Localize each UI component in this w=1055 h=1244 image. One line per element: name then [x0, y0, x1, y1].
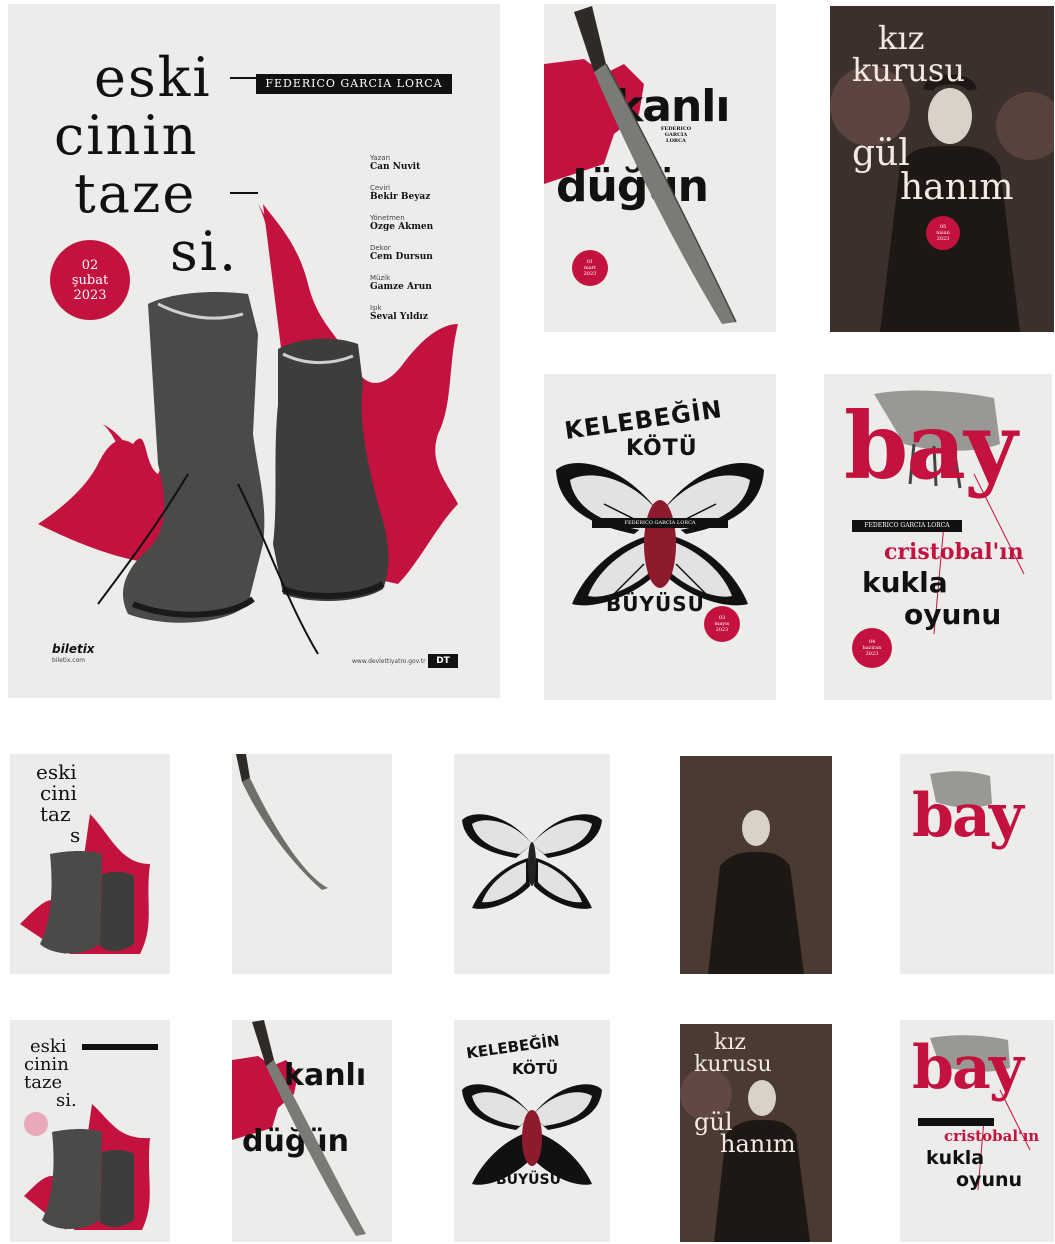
poster-kiz-kurusu-gul-hanim[interactable]: kız kurusu gül hanım 05 nisan 2023 [830, 6, 1054, 332]
thumb-subtitle-line-2: kukla [926, 1147, 985, 1169]
knife-icon [236, 754, 328, 890]
portrait-photo [680, 756, 832, 974]
poster-bay-cristobal[interactable]: bay FEDERICO GARCIA LORCA cristobal'ın k… [824, 374, 1052, 700]
poster-eski-cinin-tazesi[interactable]: eski cinin taze si. FEDERICO GARCIA LORC… [8, 4, 500, 698]
date-year: 2023 [865, 651, 879, 657]
thumb-flames-boots [24, 1104, 150, 1230]
thumb-title-bottom-line-2: hanım [720, 1130, 796, 1158]
thumb-kelebegin[interactable]: KELEBEĞİN KÖTÜ BÜYÜSÜ [454, 1020, 610, 1242]
biletix-logo-sub: biletix.com [52, 657, 86, 664]
layer-knife[interactable] [232, 754, 392, 974]
date-badge: 05 nisan 2023 [926, 216, 960, 250]
thumb-kanli-dugun[interactable]: kanlı düğün [232, 1020, 392, 1242]
poster-kanli-dugun[interactable]: kanlı düğün FEDERICO GARCIA LORCA 01 mar… [544, 4, 776, 332]
poster-kelebegin-kotu-buyusu[interactable]: KELEBEĞİN KÖTÜ FEDERICO GARCIA LORCA BÜY… [544, 374, 776, 700]
date-badge: 03 mayıs 2023 [704, 606, 740, 642]
author-bar: FEDERICO GARCIA LORCA [852, 520, 962, 532]
poster-subtitle-line-3: oyunu [904, 598, 1002, 631]
butterfly-illustration [556, 462, 764, 606]
thumb-title-bottom: BÜYÜSÜ [496, 1172, 561, 1188]
poster-title-top-line-1: kız [878, 19, 925, 57]
dt-badge: DT [428, 654, 458, 668]
date-badge: 04 haziran 2023 [852, 628, 892, 668]
thumb-title-top-line-2: kurusu [694, 1052, 772, 1077]
author-bar: FEDERICO GARCIA LORCA [592, 518, 728, 528]
layer-butterfly[interactable] [454, 754, 610, 974]
poster-subtitle-line-2: kukla [862, 566, 948, 599]
thumb-subtitle-line-3: oyunu [956, 1169, 1023, 1191]
date-year: 2023 [715, 627, 729, 633]
thumb-knife [252, 1020, 366, 1236]
thumb-kiz-kurusu[interactable]: kız kurusu gül hanım [680, 1024, 832, 1242]
layer-eski-cinin[interactable]: eski cini taz s [10, 754, 170, 974]
layer-title: bay [912, 781, 1024, 851]
footer-url: www.devlettiyatro.gov.tr [352, 658, 426, 665]
poster-title-top-line-2: kurusu [852, 51, 965, 89]
thumb-subtitle-line-1: cristobal'ın [944, 1127, 1040, 1145]
poster-title: bay [844, 392, 1017, 500]
layer-bay[interactable]: bay [900, 754, 1054, 974]
biletix-logo: biletix [52, 642, 95, 656]
thumb-eski-cinin[interactable]: eski cinin taze si. [10, 1020, 170, 1242]
poster-title-bottom: BÜYÜSÜ [606, 592, 705, 616]
poster-subtitle-line-1: cristobal'ın [884, 539, 1024, 565]
flames-illustration [38, 204, 458, 655]
butterfly-icon [462, 814, 602, 909]
date-year: 2023 [583, 271, 597, 277]
thumb-title-top-line-1: kız [714, 1030, 746, 1055]
thumb-title: bay [912, 1033, 1024, 1103]
thumb-author-bar [918, 1118, 994, 1126]
date-badge: 01 mart 2023 [572, 250, 608, 286]
thumb-bay-cristobal[interactable]: bay cristobal'ın kukla oyunu [900, 1020, 1054, 1242]
thumb-butterfly [462, 1084, 602, 1185]
flames-boots-illustration [20, 814, 150, 954]
layer-portrait[interactable] [680, 756, 832, 974]
poster-title-bottom-line-2: hanım [900, 167, 1014, 208]
date-year: 2023 [936, 236, 950, 242]
